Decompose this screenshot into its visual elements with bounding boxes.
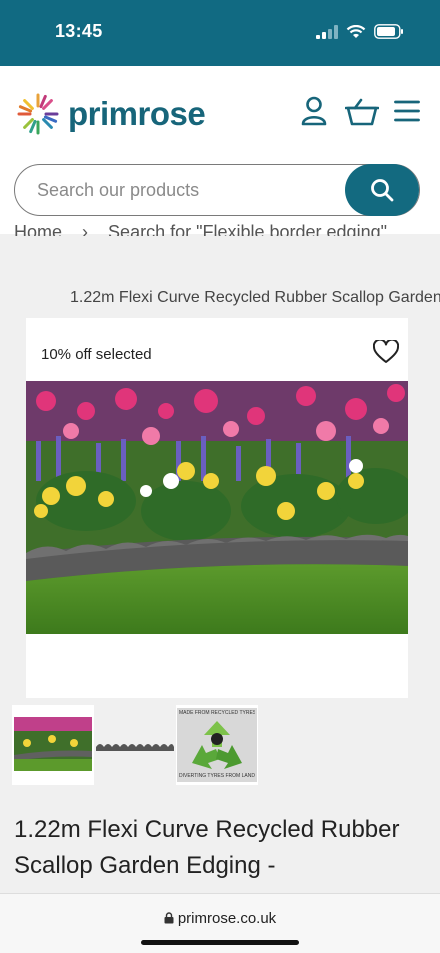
garden-bed-illustration	[26, 381, 408, 634]
url-display[interactable]: primrose.co.uk	[0, 910, 440, 927]
thumbnail-edging-strip[interactable]	[94, 705, 176, 785]
browser-url-bar[interactable]: primrose.co.uk	[0, 893, 440, 953]
account-icon[interactable]	[301, 96, 327, 126]
search-bar[interactable]: Search our products	[14, 164, 420, 216]
search-icon	[371, 179, 394, 202]
breadcrumb-current: Search for "Flexible border edging"	[108, 222, 387, 236]
search-input[interactable]: Search our products	[37, 180, 199, 201]
status-icons	[316, 24, 404, 39]
logo[interactable]: primrose	[16, 92, 206, 136]
thumbnail-recycled-tyres[interactable]: MADE FROM RECYCLED TYRES DIVERTING TYRES…	[176, 705, 258, 785]
product-gallery: 10% off selected	[26, 318, 408, 698]
breadcrumb: Home › Search for "Flexible border edgin…	[14, 222, 404, 236]
thumb-recycle-bottom-text: DIVERTING TYRES FROM LANDFILL	[179, 773, 255, 779]
menu-icon[interactable]	[394, 100, 420, 122]
breadcrumb-home[interactable]: Home	[14, 222, 62, 236]
discount-label: 10% off selected	[41, 346, 152, 363]
thumbnail-strip: MADE FROM RECYCLED TYRES DIVERTING TYRES…	[0, 705, 440, 785]
logo-text: primrose	[68, 95, 206, 132]
home-indicator	[141, 940, 299, 945]
thumbnail-garden[interactable]	[12, 705, 94, 785]
wishlist-heart-icon[interactable]	[373, 340, 399, 364]
search-button[interactable]	[345, 164, 419, 216]
url-text: primrose.co.uk	[177, 910, 277, 927]
breadcrumb-separator: ›	[82, 222, 89, 236]
battery-icon	[374, 24, 403, 39]
site-header: primrose Search our products	[0, 66, 440, 234]
primrose-flower-logo-icon	[17, 93, 59, 135]
wifi-icon	[346, 24, 366, 38]
status-bar: 13:45	[0, 0, 440, 66]
thumb-recycle-top-text: MADE FROM RECYCLED TYRES	[179, 710, 255, 716]
product-title: 1.22m Flexi Curve Recycled Rubber Scallo…	[14, 816, 400, 879]
signal-icon	[316, 24, 338, 39]
product-main-image[interactable]	[26, 381, 408, 634]
lock-icon	[164, 912, 174, 924]
product-title-heading: 1.22m Flexi Curve Recycled Rubber Scallo…	[70, 289, 440, 306]
basket-icon[interactable]	[345, 98, 379, 126]
status-time: 13:45	[55, 21, 103, 41]
